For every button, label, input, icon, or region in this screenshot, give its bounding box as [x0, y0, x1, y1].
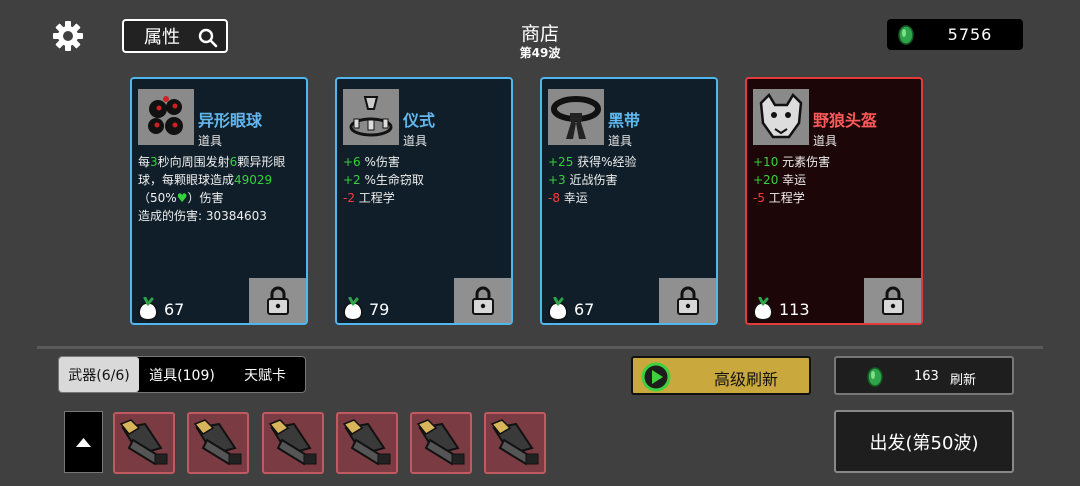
black-belt-icon	[548, 89, 604, 145]
stat-line: +2 %生命窃取	[343, 173, 424, 187]
item-name: 仪式	[403, 111, 436, 130]
item-effect-text: 每3秒向周围发射6颗异形眼球，每颗眼球造成49029（50%♥）伤害	[138, 155, 286, 205]
money-display: 5756	[887, 19, 1023, 50]
shop-card-3[interactable]: 黑带 道具 +25 获得%经验 +3 近战伤害 -8 幸运 67	[540, 77, 718, 325]
up-arrow-icon	[76, 438, 91, 447]
stat-line: -8 幸运	[548, 191, 588, 205]
item-stats: +10 元素伤害 +20 幸运 -5 工程学	[753, 153, 915, 207]
weapon-slot[interactable]	[336, 412, 398, 474]
stat-line: +3 近战伤害	[548, 173, 618, 187]
material-price-icon	[548, 297, 568, 321]
stat-line: +20 幸运	[753, 173, 807, 187]
attributes-search-button[interactable]: 属性	[122, 19, 228, 53]
refresh-label: 刷新	[950, 373, 977, 388]
shop-title: 商店	[520, 23, 559, 45]
wolf-helmet-icon	[753, 89, 809, 145]
item-stats: +25 获得%经验 +3 近战伤害 -8 幸运	[548, 153, 710, 207]
play-icon	[641, 362, 671, 392]
tab-talent-cards[interactable]: 天赋卡	[225, 357, 305, 392]
shop-card-4[interactable]: 野狼头盔 道具 +10 元素伤害 +20 幸运 -5 工程学 113	[745, 77, 923, 325]
minigun-icon	[193, 419, 242, 466]
tab-items[interactable]: 道具(109)	[139, 357, 225, 392]
item-type: 道具	[198, 134, 223, 148]
material-price-icon	[138, 297, 158, 321]
lock-button[interactable]	[249, 278, 306, 323]
item-type: 道具	[403, 134, 428, 148]
weapon-slot[interactable]	[187, 412, 249, 474]
wave-indicator: 第49波	[519, 46, 561, 60]
section-divider	[37, 346, 1043, 349]
item-name: 异形眼球	[198, 111, 263, 130]
stat-line: +6 %伤害	[343, 155, 400, 169]
attributes-label: 属性	[144, 27, 180, 48]
weapon-slot[interactable]	[113, 412, 175, 474]
shop-card-2[interactable]: 仪式 道具 +6 %伤害 +2 %生命窃取 -2 工程学 79	[335, 77, 513, 325]
item-name: 野狼头盔	[813, 111, 878, 130]
lock-icon	[471, 286, 494, 315]
item-type: 道具	[813, 134, 838, 148]
lock-icon	[676, 286, 699, 315]
stat-line: +25 获得%经验	[548, 155, 637, 169]
lock-icon	[881, 286, 904, 315]
weapon-slot[interactable]	[410, 412, 472, 474]
lock-button[interactable]	[864, 278, 921, 323]
material-price-icon	[753, 297, 773, 321]
green-coin-icon	[898, 25, 914, 45]
expand-up-button[interactable]	[64, 411, 103, 473]
advanced-refresh-label: 高级刷新	[713, 370, 778, 389]
item-stats: +6 %伤害 +2 %生命窃取 -2 工程学	[343, 153, 505, 207]
stat-line: -2 工程学	[343, 191, 395, 205]
start-wave-button[interactable]: 出发(第50波)	[834, 410, 1014, 473]
alien-eyeballs-icon	[138, 89, 194, 145]
minigun-icon	[268, 419, 317, 466]
weapon-slot[interactable]	[484, 412, 546, 474]
item-price: 113	[779, 300, 810, 319]
stat-line: +10 元素伤害	[753, 155, 831, 169]
shop-card-1[interactable]: 异形眼球 道具 每3秒向周围发射6颗异形眼球，每颗眼球造成49029（50%♥）…	[130, 77, 308, 325]
money-value: 5756	[947, 25, 993, 44]
item-price: 79	[369, 300, 390, 319]
advanced-refresh-button[interactable]: 高级刷新	[631, 356, 811, 395]
item-price: 67	[574, 300, 595, 319]
lock-button[interactable]	[454, 278, 511, 323]
minigun-icon	[119, 419, 168, 466]
minigun-icon	[490, 419, 539, 466]
inventory-tabs: 武器(6/6) 道具(109) 天赋卡	[58, 356, 306, 393]
item-name: 黑带	[608, 111, 641, 130]
item-description: 每3秒向周围发射6颗异形眼球，每颗眼球造成49029（50%♥）伤害 造成的伤害…	[138, 153, 300, 225]
search-icon	[198, 28, 218, 48]
green-coin-icon	[867, 367, 883, 387]
lock-icon	[266, 286, 289, 315]
refresh-button[interactable]: 163 刷新	[834, 356, 1014, 395]
ritual-icon	[343, 89, 399, 145]
minigun-icon	[416, 419, 465, 466]
minigun-icon	[342, 419, 391, 466]
material-price-icon	[343, 297, 363, 321]
settings-gear-icon[interactable]	[52, 20, 84, 52]
stat-line: -5 工程学	[753, 191, 805, 205]
refresh-cost: 163	[914, 369, 939, 384]
damage-dealt-text: 造成的伤害: 30384603	[138, 209, 267, 223]
tab-weapons[interactable]: 武器(6/6)	[59, 357, 139, 392]
lock-button[interactable]	[659, 278, 716, 323]
item-type: 道具	[608, 134, 633, 148]
weapon-slot[interactable]	[262, 412, 324, 474]
item-price: 67	[164, 300, 185, 319]
